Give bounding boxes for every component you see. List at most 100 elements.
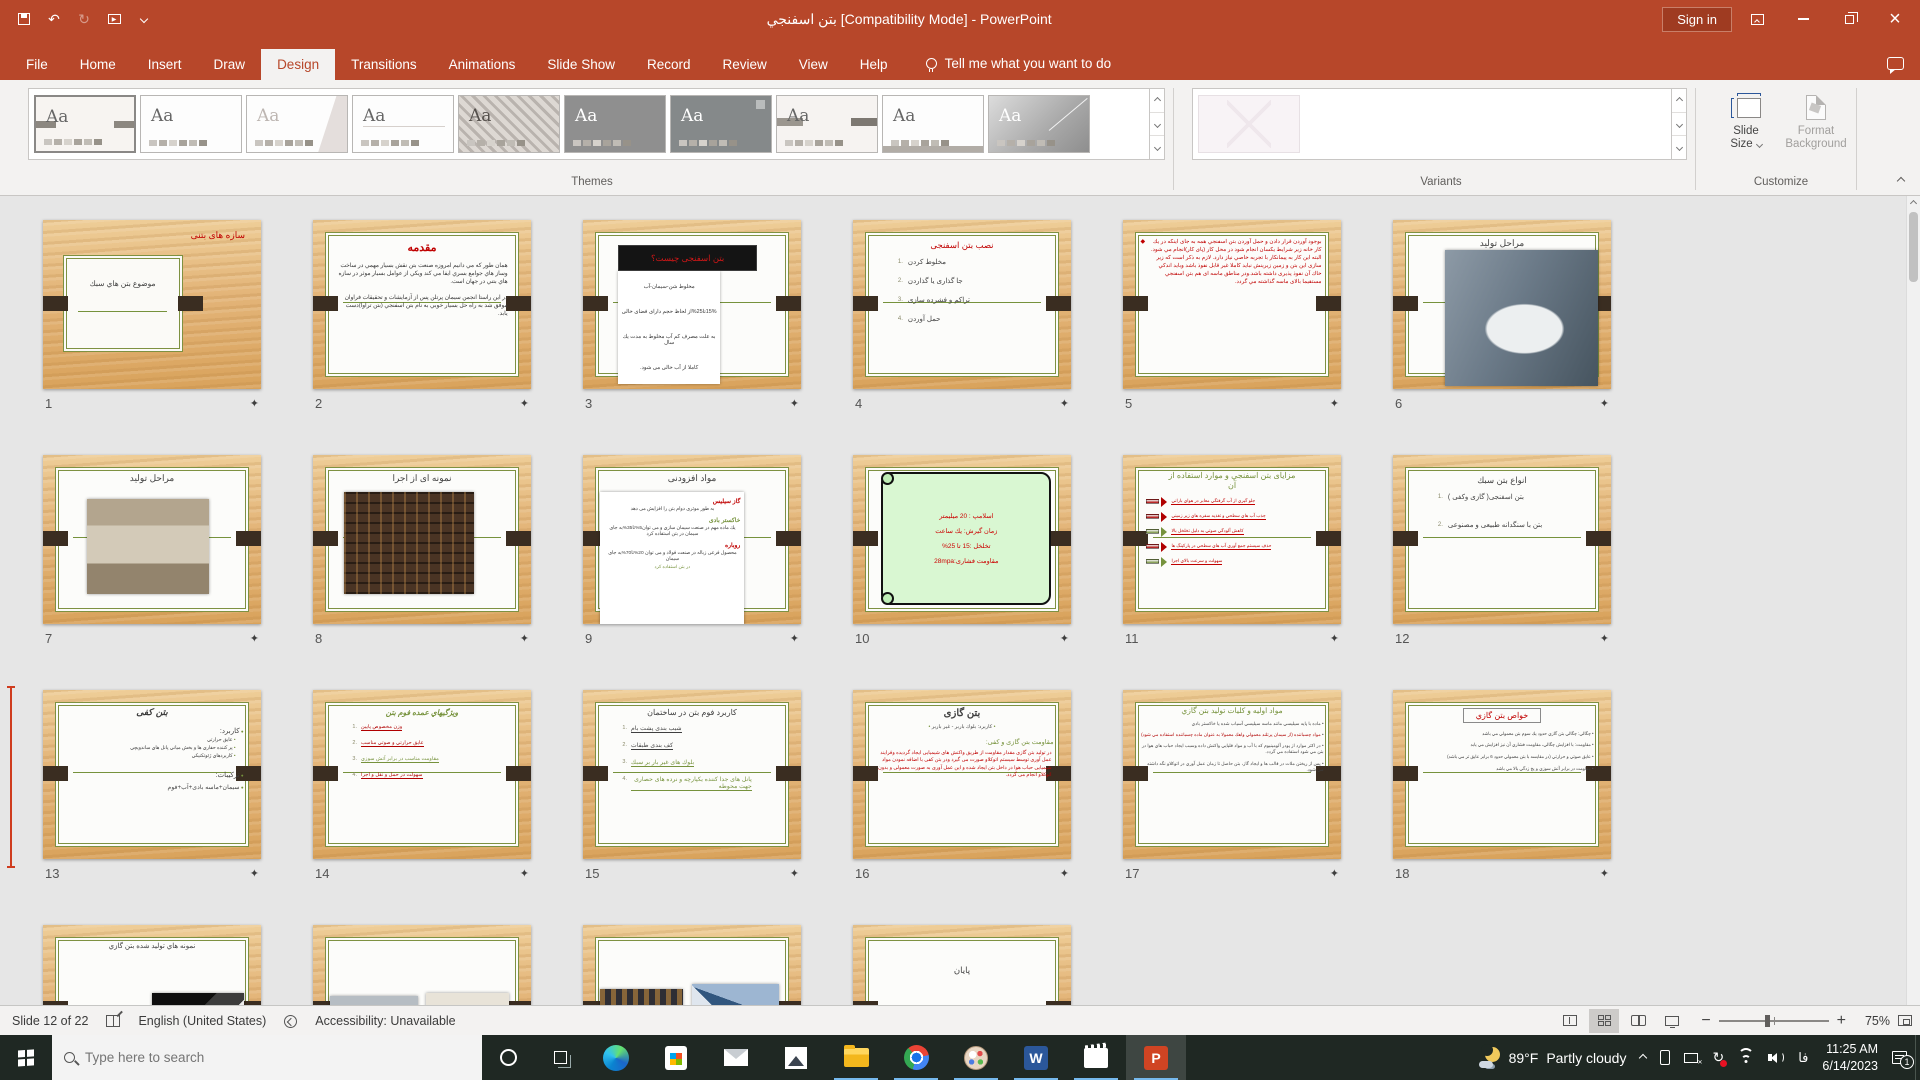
theme-thumbnail-7[interactable]: Aa: [670, 95, 772, 153]
zoom-level[interactable]: 75%: [1854, 1014, 1890, 1028]
tab-design[interactable]: Design: [261, 49, 335, 80]
slide-22-thumbnail[interactable]: پايان: [853, 925, 1071, 1005]
spellcheck-icon[interactable]: [106, 1014, 120, 1028]
start-button[interactable]: [0, 1035, 52, 1080]
tab-transitions[interactable]: Transitions: [335, 49, 433, 80]
save-icon[interactable]: [12, 7, 36, 31]
slide-2-thumbnail[interactable]: مقدمههمان طور كه مي دانيم امروزه صنعت بت…: [313, 220, 531, 389]
input-language-indicator[interactable]: فا: [1798, 1050, 1808, 1066]
taskbar-file-explorer-icon[interactable]: [826, 1035, 886, 1080]
taskbar-mail-icon[interactable]: [706, 1035, 766, 1080]
slide-8-thumbnail[interactable]: نمونه ای از اجرا: [313, 455, 531, 624]
slide-19-thumbnail[interactable]: نمونه هاي توليد شده بتن گازي: [43, 925, 261, 1005]
animation-star-icon[interactable]: ✦: [250, 397, 259, 410]
theme-thumbnail-2[interactable]: Aa: [140, 95, 242, 153]
scroll-up-icon[interactable]: [1907, 196, 1920, 211]
animation-star-icon[interactable]: ✦: [520, 397, 529, 410]
tab-animations[interactable]: Animations: [433, 49, 532, 80]
theme-thumbnail-10[interactable]: Aa: [988, 95, 1090, 153]
animation-star-icon[interactable]: ✦: [790, 632, 799, 645]
customize-quick-access-icon[interactable]: [132, 7, 156, 31]
wifi-icon[interactable]: [1738, 1052, 1754, 1064]
animation-star-icon[interactable]: ✦: [1060, 632, 1069, 645]
animation-star-icon[interactable]: ✦: [1330, 867, 1339, 880]
slide-15-thumbnail[interactable]: كاربرد فوم بتن در ساختمان1.شيب بندی پشت …: [583, 690, 801, 859]
taskbar-powerpoint-icon[interactable]: P: [1126, 1035, 1186, 1080]
taskbar-edge-icon[interactable]: [586, 1035, 646, 1080]
slide-12-thumbnail[interactable]: انواع بتن سبك1.بتن اسفنجی( گازی وكفی )2.…: [1393, 455, 1611, 624]
slide-10-thumbnail[interactable]: اسلامپ : 20 ميليمترزمان گيرش: يك ساعتتخل…: [853, 455, 1071, 624]
normal-view-button[interactable]: [1555, 1009, 1585, 1033]
animation-star-icon[interactable]: ✦: [1060, 867, 1069, 880]
variants-scroll-down-icon[interactable]: [1672, 113, 1686, 137]
animation-star-icon[interactable]: ✦: [1330, 397, 1339, 410]
slide-20-thumbnail[interactable]: [313, 925, 531, 1005]
start-slideshow-icon[interactable]: ▶: [102, 7, 126, 31]
slide-13-thumbnail[interactable]: بتن كفی● كاربرد:• عايق حرارتي• پر كننده …: [43, 690, 261, 859]
slide-size-button[interactable]: Slide Size: [1714, 90, 1778, 154]
slide-4-thumbnail[interactable]: نصب بتن اسفنجی1.مخلوط كردن2.جا گذاری يا …: [853, 220, 1071, 389]
vertical-scrollbar[interactable]: [1906, 196, 1920, 1005]
slide-6-thumbnail[interactable]: مراحل توليد: [1393, 220, 1611, 389]
action-center-icon[interactable]: 1: [1892, 1051, 1907, 1064]
slide-18-thumbnail[interactable]: خواص بتن گازي• چگالي: چگالي بتن گازي حدو…: [1393, 690, 1611, 859]
slide-11-thumbnail[interactable]: مزايای بتن اسفنجي و موارد استفاده از آنج…: [1123, 455, 1341, 624]
taskbar-chrome-icon[interactable]: [886, 1035, 946, 1080]
taskbar-word-icon[interactable]: W: [1006, 1035, 1066, 1080]
theme-thumbnail-6[interactable]: Aa: [564, 95, 666, 153]
variant-thumbnail-1[interactable]: [1198, 95, 1300, 153]
ribbon-display-options-icon[interactable]: [1736, 0, 1778, 38]
slide-5-thumbnail[interactable]: ◆بوجود آوردن قرار دادن و حمل آوردن بتن ا…: [1123, 220, 1341, 389]
tab-file[interactable]: File: [10, 49, 64, 80]
animation-star-icon[interactable]: ✦: [790, 867, 799, 880]
minimize-button[interactable]: [1782, 0, 1824, 38]
tab-view[interactable]: View: [783, 49, 844, 80]
taskbar-store-icon[interactable]: [646, 1035, 706, 1080]
animation-star-icon[interactable]: ✦: [250, 867, 259, 880]
slide-17-thumbnail[interactable]: مواد اوليه و كليات توليد بتن گازي• ماده …: [1123, 690, 1341, 859]
weather-widget[interactable]: 89°F Partly cloudy: [1479, 1047, 1627, 1069]
fit-to-window-icon[interactable]: [1898, 1015, 1912, 1026]
animation-star-icon[interactable]: ✦: [1600, 632, 1609, 645]
tab-record[interactable]: Record: [631, 49, 707, 80]
sign-in-button[interactable]: Sign in: [1662, 7, 1732, 32]
taskbar-video-editor-icon[interactable]: [1066, 1035, 1126, 1080]
touch-keyboard-icon[interactable]: [1684, 1053, 1698, 1063]
slide-7-thumbnail[interactable]: مراحل توليد: [43, 455, 261, 624]
zoom-in-icon[interactable]: +: [1837, 1012, 1846, 1030]
zoom-out-icon[interactable]: −: [1701, 1012, 1710, 1030]
tab-slide-show[interactable]: Slide Show: [531, 49, 631, 80]
comments-icon[interactable]: [1887, 57, 1904, 70]
search-input[interactable]: [85, 1050, 470, 1065]
animation-star-icon[interactable]: ✦: [520, 867, 529, 880]
zoom-slider[interactable]: [1719, 1020, 1829, 1022]
tell-me-box[interactable]: Tell me what you want to do: [926, 56, 1112, 80]
hidden-icons-chevron-icon[interactable]: [1640, 1055, 1646, 1061]
tab-help[interactable]: Help: [844, 49, 904, 80]
taskbar-clock[interactable]: 11:25 AM 6/14/2023: [1822, 1041, 1878, 1074]
theme-thumbnail-8[interactable]: Aa: [776, 95, 878, 153]
tab-insert[interactable]: Insert: [132, 49, 198, 80]
slide-16-thumbnail[interactable]: بتن گازی• كاربرد: بلوك باربر - غير باربر…: [853, 690, 1071, 859]
taskbar-search[interactable]: [52, 1035, 482, 1080]
phone-link-icon[interactable]: [1660, 1050, 1670, 1065]
scrollbar-thumb[interactable]: [1909, 212, 1918, 282]
tab-review[interactable]: Review: [707, 49, 783, 80]
tab-home[interactable]: Home: [64, 49, 132, 80]
collapse-ribbon-icon[interactable]: [1898, 171, 1904, 189]
slide-1-thumbnail[interactable]: سازه های بتنیموضوع بتن هاي سبك: [43, 220, 261, 389]
variants-scroll-up-icon[interactable]: [1672, 89, 1686, 113]
restore-button[interactable]: [1828, 0, 1870, 38]
undo-icon[interactable]: ↶: [42, 7, 66, 31]
themes-scroll-down-icon[interactable]: [1150, 113, 1164, 137]
redo-icon[interactable]: ↻: [72, 7, 96, 31]
task-view-button[interactable]: [534, 1035, 586, 1080]
slide-14-thumbnail[interactable]: ويژگيهاي عمده فوم بتن1.وزن مخصوص پايين2.…: [313, 690, 531, 859]
show-desktop-button[interactable]: [1915, 1035, 1920, 1080]
taskbar-photos-icon[interactable]: [766, 1035, 826, 1080]
cortana-button[interactable]: [482, 1035, 534, 1080]
animation-star-icon[interactable]: ✦: [790, 397, 799, 410]
themes-more-icon[interactable]: [1150, 136, 1164, 159]
animation-star-icon[interactable]: ✦: [250, 632, 259, 645]
animation-star-icon[interactable]: ✦: [1060, 397, 1069, 410]
